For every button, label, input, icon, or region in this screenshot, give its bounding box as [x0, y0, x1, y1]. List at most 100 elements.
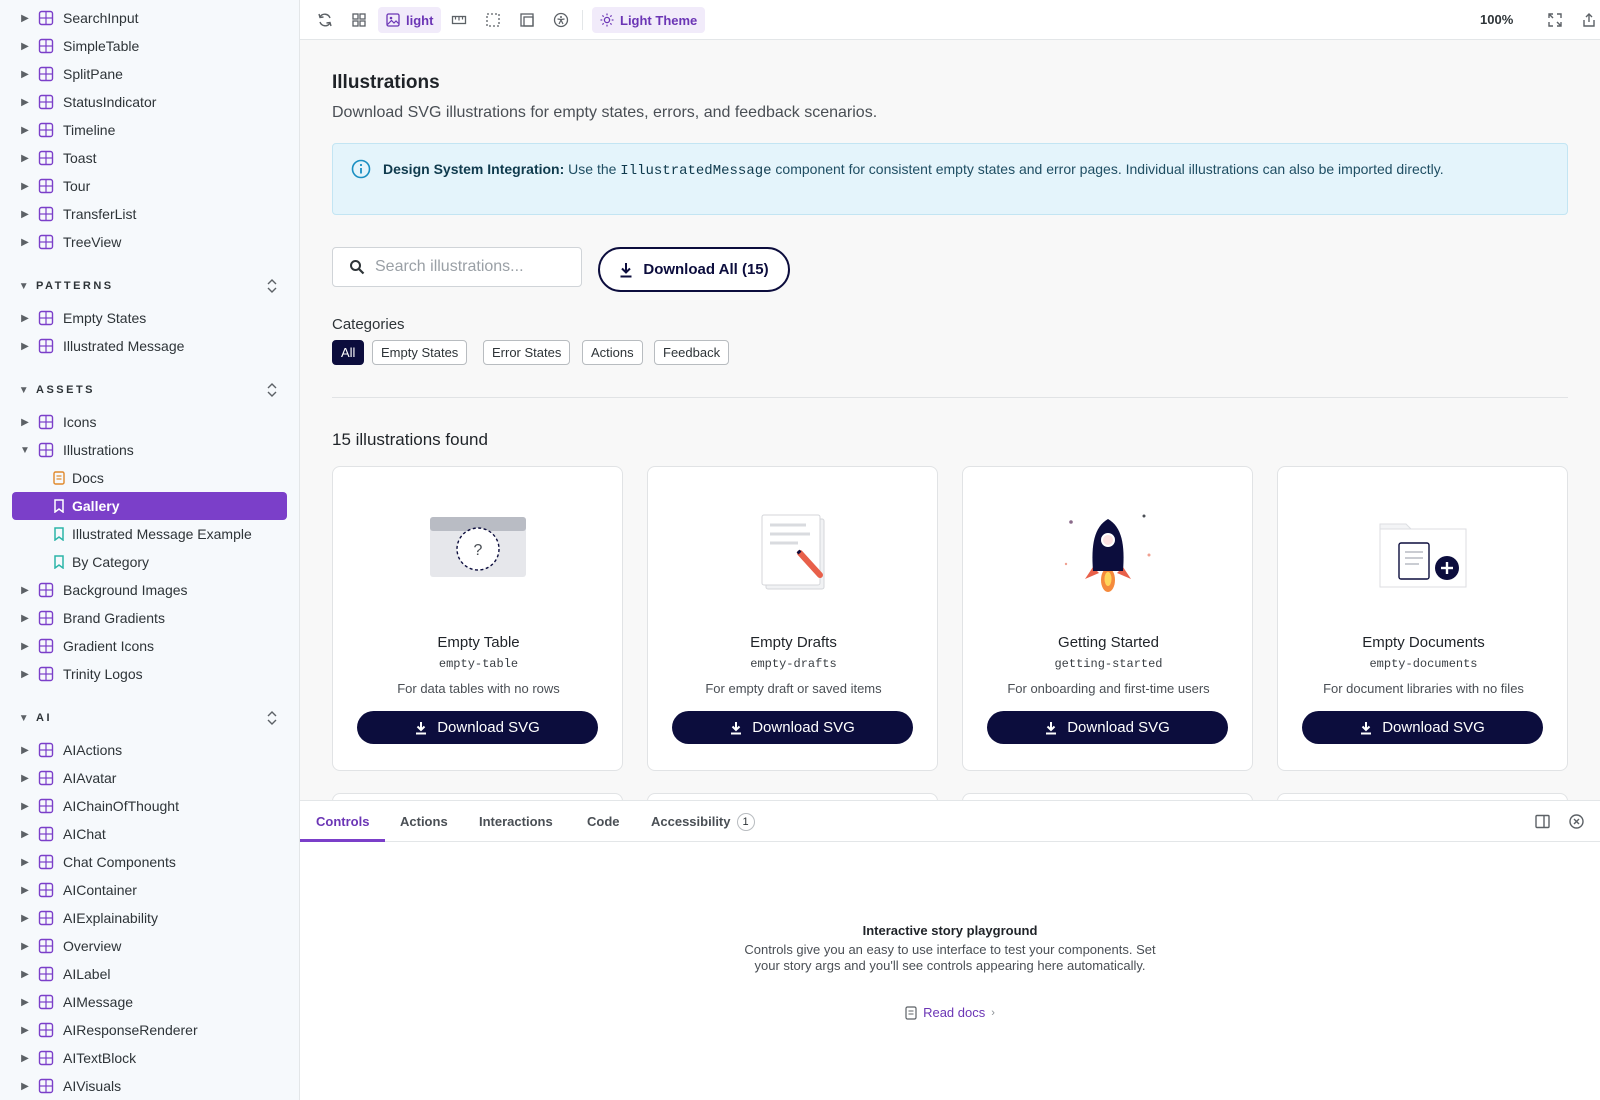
chevron-right-icon[interactable]: ▶: [18, 13, 32, 24]
sidebar-item-splitpane[interactable]: ▶ SplitPane: [0, 60, 299, 88]
sidebar-item-aiavatar[interactable]: ▶ AIAvatar: [0, 764, 299, 792]
chevron-right-icon[interactable]: ▶: [18, 1025, 32, 1036]
sidebar-item-aicontainer[interactable]: ▶ AIContainer: [0, 876, 299, 904]
chevron-right-icon[interactable]: ▶: [18, 69, 32, 80]
sidebar-item-chat-components[interactable]: ▶ Chat Components: [0, 848, 299, 876]
remount-button[interactable]: [312, 7, 338, 33]
download-all-button[interactable]: Download All (15): [598, 247, 790, 292]
sidebar-item-icons[interactable]: ▶ Icons: [0, 408, 299, 436]
download-svg-button[interactable]: Download SVG: [357, 711, 598, 744]
sidebar-item-transferlist[interactable]: ▶ TransferList: [0, 200, 299, 228]
chevron-down-icon[interactable]: ▼: [18, 445, 32, 456]
chevron-right-icon[interactable]: ▶: [18, 181, 32, 192]
close-icon[interactable]: [1568, 813, 1585, 830]
chevron-right-icon[interactable]: ▶: [18, 585, 32, 596]
chevron-down-icon[interactable]: ▼: [18, 713, 32, 724]
category-chip-feedback[interactable]: Feedback: [654, 340, 730, 365]
sidebar-item-by-category[interactable]: By Category: [0, 548, 299, 576]
search-box[interactable]: [332, 247, 582, 287]
sidebar-item-overview[interactable]: ▶ Overview: [0, 932, 299, 960]
category-chip-empty-states[interactable]: Empty States: [372, 340, 468, 365]
fullscreen-button[interactable]: [1542, 7, 1568, 33]
background-button[interactable]: light: [378, 7, 442, 33]
sidebar-item-docs[interactable]: Docs: [0, 464, 299, 492]
section-ai[interactable]: ▼ AI: [0, 706, 299, 730]
category-chip-all[interactable]: All: [332, 340, 365, 365]
chevron-down-icon[interactable]: ▼: [18, 281, 32, 292]
chevron-down-icon[interactable]: ▼: [18, 385, 32, 396]
sidebar-item-aichainofthought[interactable]: ▶ AIChainOfThought: [0, 792, 299, 820]
sidebar-item-gradient-icons[interactable]: ▶ Gradient Icons: [0, 632, 299, 660]
chevron-right-icon[interactable]: ▶: [18, 773, 32, 784]
chevron-right-icon[interactable]: ▶: [18, 829, 32, 840]
theme-button[interactable]: Light Theme: [592, 7, 706, 33]
sidebar-item-illustrated-message-example[interactable]: Illustrated Message Example: [0, 520, 299, 548]
sidebar-item-aitextblock[interactable]: ▶ AITextBlock: [0, 1044, 299, 1072]
sidebar-item-airesponserenderer[interactable]: ▶ AIResponseRenderer: [0, 1016, 299, 1044]
tab-interactions[interactable]: Interactions: [479, 801, 553, 842]
accessibility-button[interactable]: [548, 7, 574, 33]
panel-layout-icon[interactable]: [1534, 813, 1551, 830]
tab-actions[interactable]: Actions: [400, 801, 448, 842]
zoom-level[interactable]: 100%: [1480, 12, 1513, 27]
section-patterns[interactable]: ▼ PATTERNS: [0, 274, 299, 298]
read-docs-link[interactable]: Read docs ›: [880, 1005, 1020, 1020]
tab-accessibility[interactable]: Accessibility 1: [651, 801, 755, 842]
sidebar-item-aiexplainability[interactable]: ▶ AIExplainability: [0, 904, 299, 932]
section-assets[interactable]: ▼ ASSETS: [0, 378, 299, 402]
category-chip-error-states[interactable]: Error States: [483, 340, 571, 365]
search-input[interactable]: [375, 258, 575, 276]
sidebar-item-searchinput[interactable]: ▶ SearchInput: [0, 4, 299, 32]
chevron-right-icon[interactable]: ▶: [18, 125, 32, 136]
chevron-right-icon[interactable]: ▶: [18, 341, 32, 352]
download-svg-button[interactable]: Download SVG: [1302, 711, 1543, 744]
chevron-right-icon[interactable]: ▶: [18, 745, 32, 756]
sidebar-item-gallery[interactable]: Gallery: [12, 492, 287, 520]
chevron-right-icon[interactable]: ▶: [18, 941, 32, 952]
chevron-right-icon[interactable]: ▶: [18, 669, 32, 680]
chevron-right-icon[interactable]: ▶: [18, 153, 32, 164]
sidebar-item-ailabel[interactable]: ▶ AILabel: [0, 960, 299, 988]
chevron-right-icon[interactable]: ▶: [18, 237, 32, 248]
chevron-right-icon[interactable]: ▶: [18, 801, 32, 812]
sidebar-item-timeline[interactable]: ▶ Timeline: [0, 116, 299, 144]
sidebar-item-treeview[interactable]: ▶ TreeView: [0, 228, 299, 256]
chevron-right-icon[interactable]: ▶: [18, 997, 32, 1008]
chevron-right-icon[interactable]: ▶: [18, 313, 32, 324]
chevron-right-icon[interactable]: ▶: [18, 1053, 32, 1064]
share-button[interactable]: [1576, 7, 1600, 33]
sidebar-item-statusindicator[interactable]: ▶ StatusIndicator: [0, 88, 299, 116]
chevron-right-icon[interactable]: ▶: [18, 969, 32, 980]
sidebar-item-trinity-logos[interactable]: ▶ Trinity Logos: [0, 660, 299, 688]
chevron-right-icon[interactable]: ▶: [18, 641, 32, 652]
sidebar-item-toast[interactable]: ▶ Toast: [0, 144, 299, 172]
sidebar-item-simpletable[interactable]: ▶ SimpleTable: [0, 32, 299, 60]
sidebar-item-aiactions[interactable]: ▶ AIActions: [0, 736, 299, 764]
outline-button[interactable]: [480, 7, 506, 33]
chevron-right-icon[interactable]: ▶: [18, 913, 32, 924]
download-svg-button[interactable]: Download SVG: [672, 711, 913, 744]
chevron-right-icon[interactable]: ▶: [18, 209, 32, 220]
sidebar-item-background-images[interactable]: ▶ Background Images: [0, 576, 299, 604]
sidebar-item-brand-gradients[interactable]: ▶ Brand Gradients: [0, 604, 299, 632]
collapse-all-icon[interactable]: [264, 709, 280, 727]
sidebar-item-aimessage[interactable]: ▶ AIMessage: [0, 988, 299, 1016]
viewport-button[interactable]: [446, 7, 472, 33]
grid-button[interactable]: [346, 7, 372, 33]
category-chip-actions[interactable]: Actions: [582, 340, 643, 365]
sidebar-item-illustrated-message[interactable]: ▶ Illustrated Message: [0, 332, 299, 360]
collapse-all-icon[interactable]: [264, 381, 280, 399]
collapse-all-icon[interactable]: [264, 277, 280, 295]
sidebar-item-illustrations[interactable]: ▼ Illustrations: [0, 436, 299, 464]
chevron-right-icon[interactable]: ▶: [18, 1081, 32, 1092]
tab-controls[interactable]: Controls: [299, 801, 387, 842]
chevron-right-icon[interactable]: ▶: [18, 41, 32, 52]
measure-button[interactable]: [514, 7, 540, 33]
chevron-right-icon[interactable]: ▶: [18, 417, 32, 428]
sidebar-item-aivisuals[interactable]: ▶ AIVisuals: [0, 1072, 299, 1100]
chevron-right-icon[interactable]: ▶: [18, 97, 32, 108]
chevron-right-icon[interactable]: ▶: [18, 885, 32, 896]
sidebar-item-empty-states[interactable]: ▶ Empty States: [0, 304, 299, 332]
sidebar-item-tour[interactable]: ▶ Tour: [0, 172, 299, 200]
chevron-right-icon[interactable]: ▶: [18, 857, 32, 868]
